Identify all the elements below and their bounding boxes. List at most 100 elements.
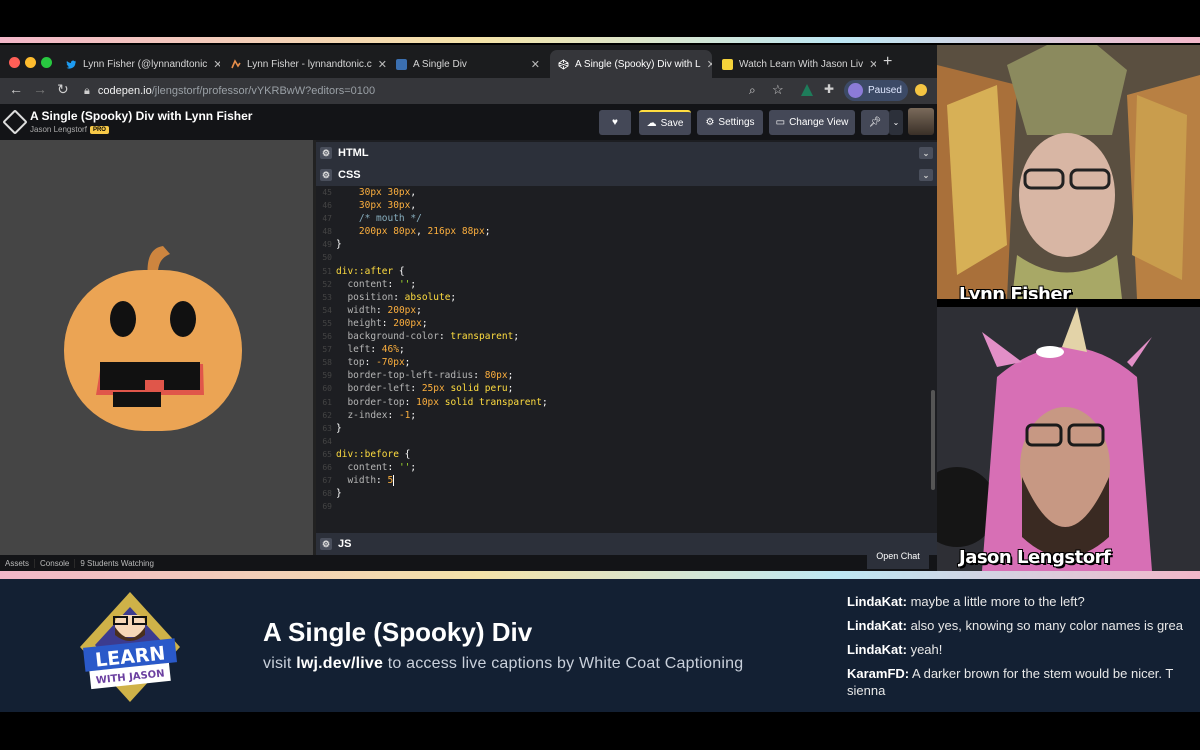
code-text: } bbox=[336, 422, 342, 435]
author-name: Jason Lengstorf bbox=[30, 125, 87, 134]
twitter-icon bbox=[66, 59, 77, 70]
settings-button[interactable]: ⚙ Settings bbox=[697, 110, 763, 135]
unicorn-costume-video-icon bbox=[937, 307, 1200, 571]
profile-paused-button[interactable]: Paused bbox=[844, 80, 908, 101]
code-token: } bbox=[336, 239, 342, 251]
code-line: 60 border-left: 25px solid peru; bbox=[316, 382, 937, 395]
code-text: content: ''; bbox=[336, 278, 416, 291]
user-avatar[interactable] bbox=[908, 108, 934, 135]
open-chat-button[interactable]: Open Chat bbox=[867, 543, 929, 569]
learn-with-jason-icon bbox=[722, 58, 733, 70]
gear-icon[interactable]: ⚙ bbox=[320, 147, 332, 159]
css-panel-label: CSS bbox=[338, 169, 361, 181]
url-field[interactable]: 🔒︎ codepen.io/jlengstorf/professor/vYKRB… bbox=[84, 80, 744, 102]
pen-author[interactable]: Jason Lengstorf PRO bbox=[30, 125, 109, 134]
line-number: 53 bbox=[322, 292, 332, 302]
reload-icon[interactable]: ↻ bbox=[57, 81, 69, 98]
close-window-button[interactable] bbox=[9, 57, 20, 68]
puzzle-extensions-icon[interactable]: ✚ bbox=[824, 82, 834, 96]
code-line: 53 position: absolute; bbox=[316, 291, 937, 304]
code-token: /* mouth */ bbox=[336, 213, 422, 225]
tab-asingle-div[interactable]: A Single Div ✕ bbox=[388, 50, 548, 78]
chevron-down-icon: ⌄ bbox=[892, 118, 900, 127]
captions-link[interactable]: lwj.dev/live bbox=[296, 655, 383, 672]
code-line: 47 /* mouth */ bbox=[316, 212, 937, 225]
code-token: -1 bbox=[398, 409, 411, 421]
gear-icon[interactable]: ⚙ bbox=[320, 169, 332, 181]
codepen-header: A Single (Spooky) Div with Lynn Fisher J… bbox=[0, 104, 937, 140]
tab-label: Lynn Fisher (@lynnandtonic bbox=[83, 58, 208, 70]
code-text: 30px 30px, bbox=[336, 199, 416, 212]
save-button[interactable]: ☁ Save bbox=[639, 110, 691, 135]
assets-button[interactable]: Assets bbox=[0, 558, 36, 568]
chevron-down-icon[interactable]: ⌄ bbox=[919, 169, 933, 181]
paused-label: Paused bbox=[868, 85, 902, 96]
code-token: div::after bbox=[336, 265, 394, 277]
code-text: div::after { bbox=[336, 265, 405, 278]
tab-close-icon[interactable]: ✕ bbox=[863, 58, 876, 71]
line-number: 59 bbox=[322, 371, 332, 381]
css-panel-header[interactable]: ⚙ CSS ⌄ bbox=[316, 164, 937, 186]
code-token: , bbox=[416, 226, 428, 238]
tab-close-icon[interactable]: ✕ bbox=[525, 58, 540, 71]
tab-learn-with-jason[interactable]: Watch Learn With Jason Liv ✕ bbox=[714, 50, 876, 78]
code-token: border-top bbox=[336, 396, 405, 408]
extension-icon[interactable] bbox=[801, 84, 813, 96]
tab-close-icon[interactable]: ✕ bbox=[701, 58, 712, 71]
bookmark-star-icon[interactable]: ☆ bbox=[772, 82, 784, 98]
host-name-label: Jason Lengstorf bbox=[959, 547, 1111, 568]
code-token: ; bbox=[507, 383, 514, 395]
new-tab-button[interactable]: + bbox=[883, 53, 892, 71]
students-watching: 9 Students Watching bbox=[80, 558, 154, 568]
codepen-logo-icon[interactable] bbox=[2, 109, 28, 135]
change-view-button[interactable]: ▭ Change View bbox=[769, 110, 855, 135]
line-number: 68 bbox=[322, 489, 332, 499]
zoom-search-icon[interactable]: ⌕ bbox=[749, 83, 756, 98]
maximize-window-button[interactable] bbox=[41, 57, 52, 68]
pin-dropdown-button[interactable]: ⌄ bbox=[889, 110, 903, 135]
code-token: left bbox=[336, 344, 371, 356]
code-text: width: 5 bbox=[336, 474, 395, 487]
dragon-costume-video-icon bbox=[937, 45, 1200, 299]
chevron-down-icon[interactable]: ⌄ bbox=[919, 147, 933, 159]
console-button[interactable]: Console bbox=[35, 558, 76, 568]
tab-close-icon[interactable]: ✕ bbox=[207, 58, 220, 71]
code-text: background-color: transparent; bbox=[336, 330, 519, 343]
editor-scrollbar[interactable] bbox=[931, 390, 935, 490]
tab-close-icon[interactable]: ✕ bbox=[372, 58, 386, 71]
chat-user: LindaKat: bbox=[847, 594, 907, 609]
html-panel-header[interactable]: ⚙ HTML ⌄ bbox=[316, 142, 937, 164]
chat-user: LindaKat: bbox=[847, 618, 907, 633]
code-token: } bbox=[336, 488, 342, 500]
code-token: background-color bbox=[336, 331, 439, 343]
forward-arrow-icon[interactable]: → bbox=[33, 81, 47, 97]
extension-yellow-icon[interactable] bbox=[915, 84, 927, 96]
code-token: solid transparent bbox=[444, 396, 542, 408]
pro-badge: PRO bbox=[89, 125, 109, 134]
pin-button[interactable]: 📌︎ bbox=[861, 110, 889, 135]
tab-codepen-active[interactable]: A Single (Spooky) Div with L ✕ bbox=[550, 50, 712, 78]
pen-title[interactable]: A Single (Spooky) Div with Lynn Fisher bbox=[30, 109, 252, 123]
back-arrow-icon[interactable]: ← bbox=[9, 81, 23, 97]
line-number: 66 bbox=[322, 462, 332, 472]
code-token: ; bbox=[484, 226, 491, 238]
like-button[interactable]: ♥ bbox=[599, 110, 631, 135]
code-token: ; bbox=[410, 278, 417, 290]
gear-icon[interactable]: ⚙ bbox=[320, 538, 332, 550]
line-number: 69 bbox=[322, 502, 332, 512]
code-token: : bbox=[438, 331, 451, 343]
show-title: A Single (Spooky) Div bbox=[263, 617, 533, 647]
tab-twitter[interactable]: Lynn Fisher (@lynnandtonic ✕ bbox=[58, 50, 220, 78]
css-code-area[interactable]: 45 30px 30px, 46 30px 30px, 47 /* mouth */… bbox=[316, 186, 937, 555]
tab-lynn-site[interactable]: Lynn Fisher - lynnandtonic.c ✕ bbox=[222, 50, 386, 78]
settings-label: Settings bbox=[718, 117, 755, 128]
code-token: , bbox=[410, 200, 417, 212]
line-number: 58 bbox=[322, 358, 332, 368]
code-line: 51 div::after { bbox=[316, 265, 937, 278]
code-line: 49} bbox=[316, 238, 937, 251]
js-panel-header[interactable]: ⚙ JS bbox=[316, 533, 937, 555]
line-number: 63 bbox=[322, 423, 332, 433]
minimize-window-button[interactable] bbox=[25, 57, 36, 68]
code-token: : bbox=[387, 461, 399, 473]
line-number: 52 bbox=[322, 279, 332, 289]
